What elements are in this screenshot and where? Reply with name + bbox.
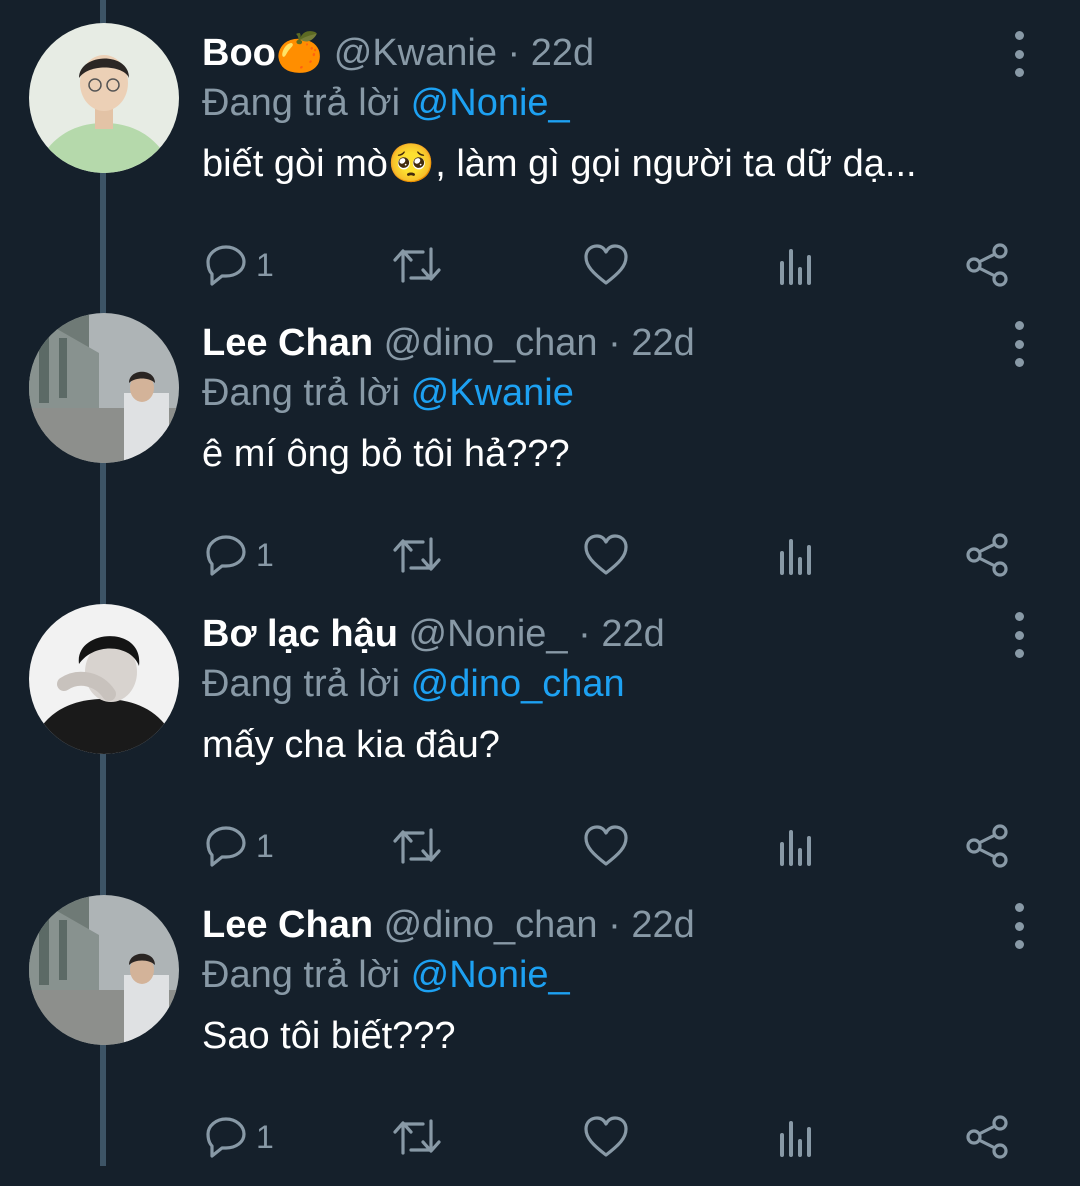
more-icon[interactable] [1004,612,1034,658]
retweet-icon [393,537,441,573]
display-name[interactable]: Lee Chan [202,904,373,946]
retweet-button[interactable] [392,237,442,293]
name-emoji: 🍊 [275,32,324,74]
share-button[interactable] [965,1109,1009,1165]
tweet-text-part: biết gòi mò [202,143,388,185]
reply-prefix: Đang trả lời [202,954,401,996]
reply-count: 1 [256,1118,274,1155]
tweet[interactable]: Lee Chan @dino_chan · 22d Đang trả lời @… [0,313,1080,604]
avatar[interactable] [29,23,179,173]
avatar[interactable] [29,895,179,1045]
share-button[interactable] [965,527,1009,583]
reply-count: 1 [256,536,274,573]
avatar[interactable] [29,604,179,754]
action-bar: 1 [0,1109,1080,1165]
more-icon[interactable] [1004,31,1034,77]
reply-icon [206,826,246,867]
analytics-button[interactable] [778,527,814,583]
tweet-text-part: ê mí ông bỏ tôi hả??? [202,433,570,475]
user-handle[interactable]: @Nonie_ [409,613,568,655]
timestamp[interactable]: 22d [631,322,694,364]
like-icon [584,1116,628,1157]
mention-link[interactable]: @Nonie_ [411,82,570,124]
timestamp[interactable]: 22d [531,32,594,74]
reply-button[interactable]: 1 [204,527,274,583]
user-handle[interactable]: @dino_chan [384,904,598,946]
reply-icon [206,245,246,286]
reply-button[interactable]: 1 [204,1109,274,1165]
like-icon [584,534,628,575]
tweet-text-part: , làm gì gọi người ta dữ dạ... [435,143,917,185]
separator-dot: · [578,613,591,655]
separator-dot: · [608,322,621,364]
analytics-button[interactable] [778,818,814,874]
tweet-text: biết gòi mò🥺, làm gì gọi người ta dữ dạ.… [202,134,917,194]
retweet-icon [393,1119,441,1155]
like-icon [584,244,628,285]
analytics-icon [780,249,811,285]
reply-count: 1 [256,246,274,283]
share-icon [966,1115,1008,1159]
display-name[interactable]: Lee Chan [202,322,373,364]
replying-to: Đang trả lời @Kwanie [202,363,574,423]
reply-prefix: Đang trả lời [202,372,401,414]
tweet-text: Sao tôi biết??? [202,1006,456,1066]
timestamp[interactable]: 22d [601,613,664,655]
analytics-button[interactable] [778,1109,814,1165]
retweet-icon [393,828,441,864]
separator-dot: · [608,904,621,946]
display-name[interactable]: Bơ lạc hậu [202,613,398,655]
replying-to: Đang trả lời @dino_chan [202,654,625,714]
tweet[interactable]: Lee Chan @dino_chan · 22d Đang trả lời @… [0,895,1080,1186]
reply-prefix: Đang trả lời [202,663,401,705]
share-icon [966,243,1008,287]
reply-icon [206,1117,246,1158]
more-icon[interactable] [1004,903,1034,949]
tweet-text: mấy cha kia đâu? [202,715,500,775]
retweet-button[interactable] [392,818,442,874]
share-button[interactable] [965,818,1009,874]
share-icon [966,824,1008,868]
like-button[interactable] [583,237,629,293]
separator-dot: · [507,32,521,74]
reply-button[interactable]: 1 [204,237,274,293]
timestamp[interactable]: 22d [631,904,694,946]
retweet-button[interactable] [392,527,442,583]
action-bar: 1 [0,527,1080,583]
like-icon [584,825,628,866]
share-icon [966,533,1008,577]
replying-to: Đang trả lời @Nonie_ [202,73,570,133]
analytics-icon [780,1121,811,1157]
user-handle[interactable]: @dino_chan [384,322,598,364]
action-bar: 1 [0,237,1080,293]
analytics-icon [780,830,811,866]
mention-link[interactable]: @Kwanie [411,372,574,414]
analytics-button[interactable] [778,237,814,293]
analytics-icon [780,539,811,575]
reply-count: 1 [256,827,274,864]
action-bar: 1 [0,818,1080,874]
like-button[interactable] [583,527,629,583]
mention-link[interactable]: @dino_chan [411,663,625,705]
mention-link[interactable]: @Nonie_ [411,954,570,996]
like-button[interactable] [583,1109,629,1165]
tweet[interactable]: Bơ lạc hậu @Nonie_ · 22d Đang trả lời @d… [0,604,1080,895]
retweet-button[interactable] [392,1109,442,1165]
retweet-icon [393,247,441,283]
tweet[interactable]: Boo🍊 @Kwanie · 22d Đang trả lời @Nonie_ … [0,23,1080,314]
tweet-text-part: mấy cha kia đâu? [202,724,500,766]
replying-to: Đang trả lời @Nonie_ [202,945,570,1005]
reply-prefix: Đang trả lời [202,82,401,124]
display-name[interactable]: Boo [202,32,276,74]
avatar[interactable] [29,313,179,463]
reply-icon [206,535,246,576]
reply-button[interactable]: 1 [204,818,274,874]
tweet-text: ê mí ông bỏ tôi hả??? [202,424,570,484]
more-icon[interactable] [1004,321,1034,367]
share-button[interactable] [965,237,1009,293]
user-handle[interactable]: @Kwanie [334,32,497,74]
like-button[interactable] [583,818,629,874]
tweet-text-part: Sao tôi biết??? [202,1015,456,1057]
tweet-emoji: 🥺 [387,143,436,185]
